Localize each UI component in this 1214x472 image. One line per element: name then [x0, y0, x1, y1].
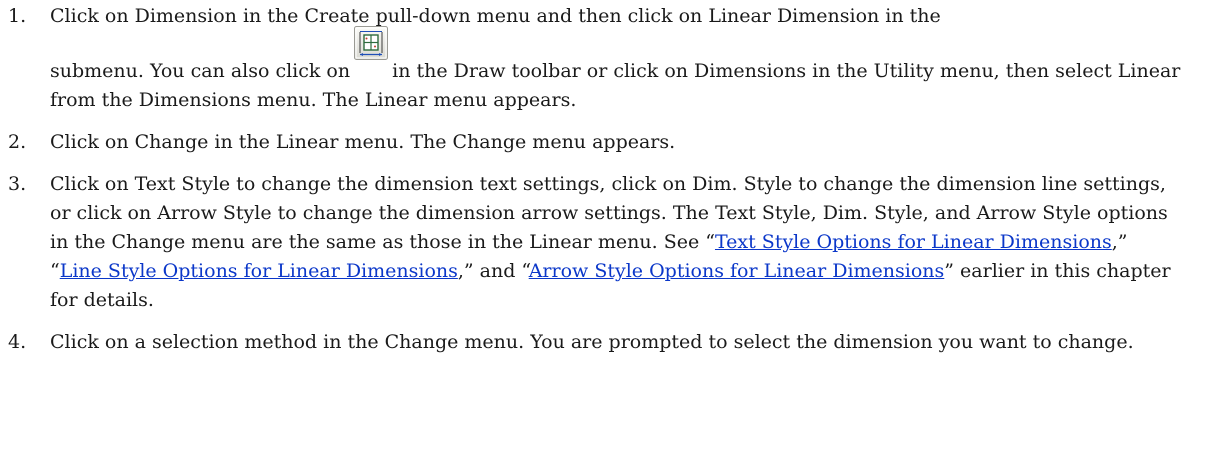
link-arrow-style-options[interactable]: Arrow Style Options for Linear Dimension…: [529, 260, 945, 282]
link-line-style-options[interactable]: Line Style Options for Linear Dimensions: [60, 260, 458, 282]
step-text: Click on Text Style to change the dimens…: [50, 173, 1171, 311]
step-item-2: 2. Click on Change in the Linear menu. T…: [8, 128, 1184, 157]
step-text: submenu. You can also click on: [50, 60, 351, 82]
link-separator: ,” and “: [457, 260, 529, 282]
step-text-line: Click on Dimension in the Create pull-do…: [50, 5, 941, 27]
step-number: 4.: [8, 331, 27, 353]
step-number: 3.: [8, 173, 27, 195]
step-text: Click on a selection method in the Chang…: [50, 331, 1134, 353]
step-number: 2.: [8, 131, 27, 153]
link-text-style-options[interactable]: Text Style Options for Linear Dimensions: [715, 231, 1112, 253]
step-text: Click on Change in the Linear menu. The …: [50, 131, 676, 153]
linear-dimension-icon: [354, 26, 389, 60]
step-item-1: 1. Click on Dimension in the Create pull…: [8, 2, 1184, 115]
step-text-continuation: submenu. You can also click on in the Dr…: [50, 26, 1184, 115]
steps-list: 1. Click on Dimension in the Create pull…: [8, 2, 1184, 357]
step-item-3: 3. Click on Text Style to change the dim…: [8, 170, 1184, 315]
document-page: 1. Click on Dimension in the Create pull…: [0, 0, 1214, 472]
step-number: 1.: [8, 5, 27, 27]
step-item-4: 4. Click on a selection method in the Ch…: [8, 328, 1184, 357]
